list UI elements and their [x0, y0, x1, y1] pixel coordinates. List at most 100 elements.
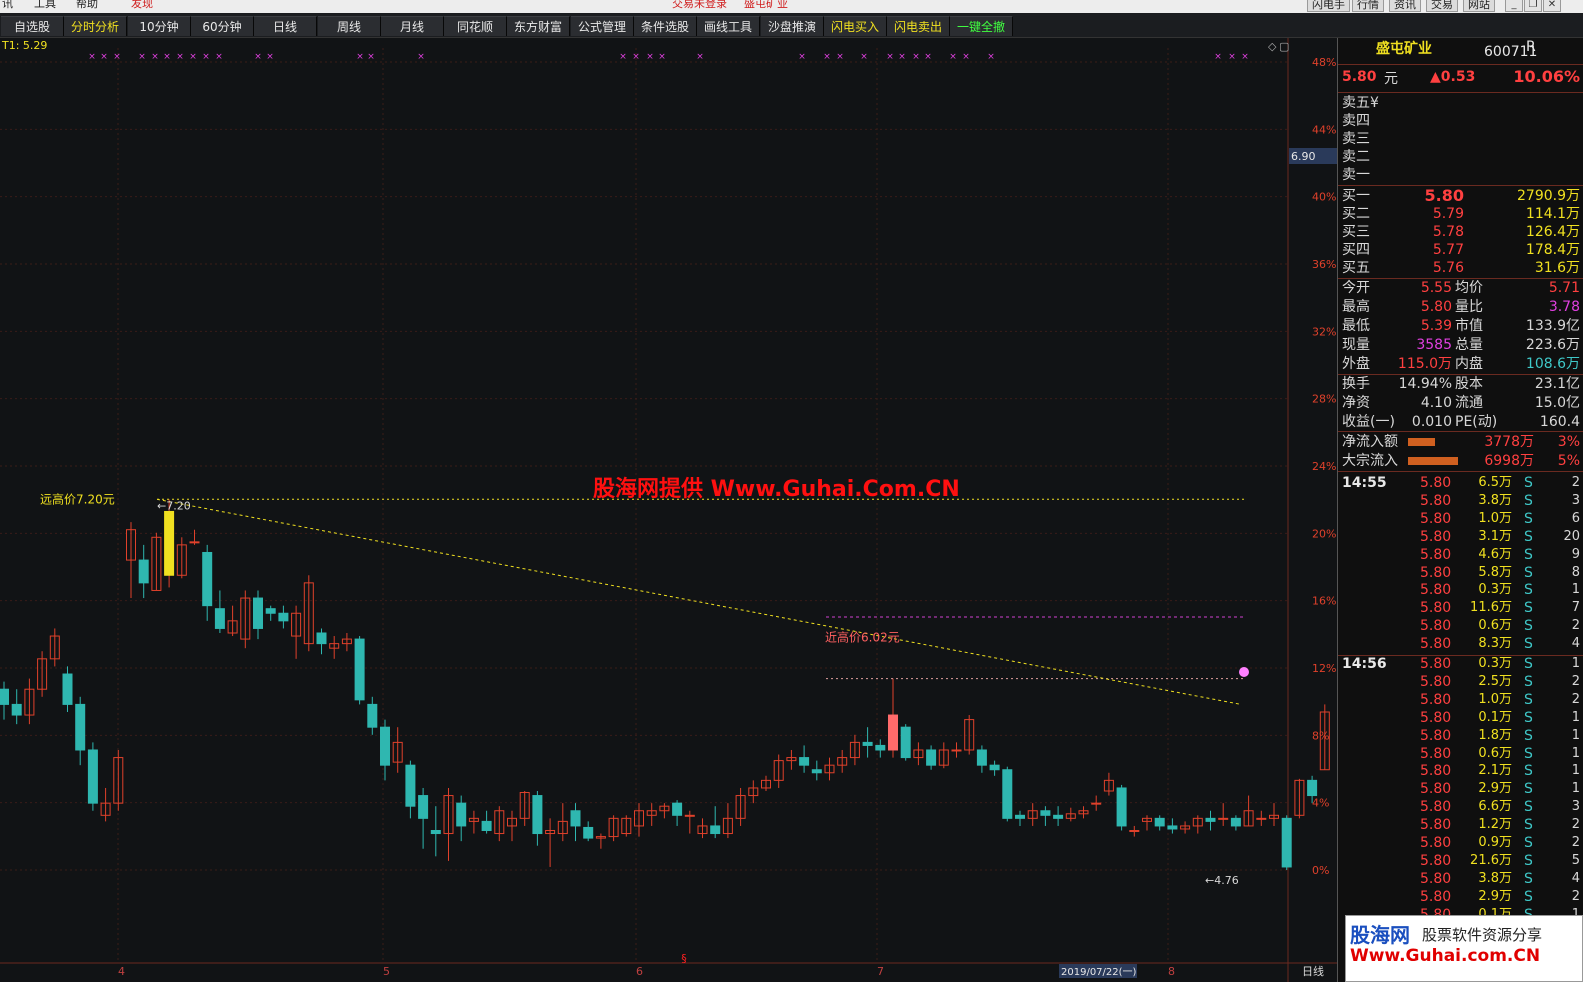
toolbar-tab-9[interactable]: 公式管理 [571, 16, 634, 36]
menu-item-discover[interactable]: 发现 [131, 0, 153, 11]
minimize-icon[interactable]: _ [1505, 0, 1523, 12]
candle-body[interactable] [799, 757, 810, 766]
menu-item-tools[interactable]: 工具 [34, 0, 56, 11]
toolbar-tab-15[interactable]: 一键全撤 [950, 16, 1013, 36]
candle-body[interactable] [583, 826, 594, 839]
candle-body[interactable] [481, 820, 492, 832]
candle-body[interactable] [316, 632, 327, 645]
toolbar-tab-0[interactable]: 自选股 [1, 16, 64, 36]
toolbar-tab-6[interactable]: 月线 [381, 16, 444, 36]
restore-icon[interactable]: ❐ [1524, 0, 1542, 12]
function-toolbar: 自选股 分时分析 10分钟 60分钟 日线 周线 月线 同花顺 东方财富 公式管理 条件选股 画线工具… [0, 13, 1583, 38]
toolbar-tab-4[interactable]: 日线 [254, 16, 317, 36]
candle-body[interactable] [202, 551, 213, 607]
candle-body[interactable] [214, 608, 225, 629]
watermark: 股海网提供 Www.Guhai.Com.CN [593, 476, 960, 502]
candle-body[interactable] [11, 703, 22, 716]
bid-label: 买四 [1342, 242, 1370, 258]
toolbar-tab-7[interactable]: 同花顺 [444, 16, 507, 36]
website-button[interactable]: 网站 [1463, 0, 1495, 12]
news-button[interactable]: 资讯 [1389, 0, 1421, 12]
candle-body[interactable] [1002, 769, 1013, 819]
stat-label: 换手 [1342, 376, 1370, 392]
candle-body[interactable] [1116, 787, 1127, 827]
candle-body[interactable] [862, 741, 873, 746]
flow-percent: 5% [1557, 453, 1580, 469]
candle-body[interactable] [405, 764, 416, 807]
candle-body[interactable] [811, 769, 822, 774]
candle-body[interactable] [1129, 830, 1140, 832]
candle-body[interactable] [926, 749, 937, 766]
candle-body[interactable] [684, 814, 695, 817]
trade-button[interactable]: 交易 [1426, 0, 1458, 12]
toolbar-tab-12[interactable]: 沙盘推演 [761, 16, 824, 36]
toolbar-tab-14[interactable]: 闪电卖出 [887, 16, 950, 36]
candle-body[interactable] [1256, 817, 1267, 820]
candle-body[interactable] [1281, 817, 1292, 868]
candle-body[interactable] [672, 802, 683, 816]
candle-body[interactable] [1040, 810, 1051, 816]
ad-banner[interactable]: 股海网 股票软件资源分享 Www.Guhai.com.CN [1345, 915, 1583, 982]
candle-body[interactable] [0, 688, 9, 705]
candle-body[interactable] [75, 703, 86, 751]
candle-body[interactable] [418, 795, 429, 819]
candle-body[interactable] [253, 597, 263, 629]
candle-body[interactable] [62, 673, 73, 705]
candle-body[interactable] [570, 810, 581, 827]
candle-body[interactable] [976, 749, 987, 766]
candle-body[interactable] [1091, 802, 1102, 805]
toolbar-tab-8[interactable]: 东方财富 [507, 16, 570, 36]
price-unit: 元 [1384, 71, 1398, 87]
toolbar-tab-2[interactable]: 10分钟 [128, 16, 191, 36]
toolbar-tab-10[interactable]: 条件选股 [634, 16, 697, 36]
candle-body[interactable] [875, 744, 886, 751]
candle-body[interactable] [87, 749, 98, 804]
tick-price: 5.80 [1420, 492, 1452, 509]
close-icon[interactable]: ✕ [1543, 0, 1561, 12]
candle-body[interactable] [138, 559, 149, 584]
candle-body[interactable] [164, 510, 175, 576]
candle-body[interactable] [265, 608, 276, 614]
candle-body[interactable] [1015, 814, 1025, 819]
candle-body[interactable] [1230, 817, 1241, 827]
tick-row: 5.80 1.0万 S 2 [1338, 691, 1583, 709]
candle-body[interactable] [710, 825, 721, 835]
tick-count: 2 [1571, 475, 1580, 490]
candle-body[interactable] [532, 795, 543, 835]
candle-body[interactable] [888, 714, 898, 751]
candle-body[interactable] [1053, 814, 1064, 819]
market-button[interactable]: 行情 [1352, 0, 1384, 12]
candle-body[interactable] [1218, 817, 1229, 820]
candle-body[interactable] [900, 726, 911, 759]
tick-volume: 4.6万 [1478, 546, 1512, 562]
signal-marker: × [100, 52, 108, 62]
kline-chart[interactable]: 48%44%40%36%32%28%24%20%16%12%8%4%0%4 5 6 7… [0, 38, 1337, 982]
tick-count: 1 [1571, 727, 1580, 743]
toolbar-tab-3[interactable]: 60分钟 [191, 16, 254, 36]
candle-body[interactable] [456, 802, 467, 827]
menu-item-help[interactable]: 帮助 [76, 0, 98, 11]
flash-trader-button[interactable]: 闪电手 [1307, 0, 1350, 12]
signal-marker: × [151, 52, 159, 62]
tick-side: S [1524, 745, 1533, 762]
candle-body[interactable] [380, 726, 390, 766]
toolbar-tab-13[interactable]: 闪电买入 [824, 16, 887, 36]
candle-body[interactable] [951, 749, 962, 752]
divider [1338, 92, 1583, 93]
candle-body[interactable] [430, 830, 441, 835]
candle-body[interactable] [1205, 817, 1216, 822]
candle-body[interactable] [1307, 779, 1318, 797]
candle-body[interactable] [1154, 817, 1165, 827]
candle-body[interactable] [354, 638, 365, 701]
candle-body[interactable] [278, 612, 289, 622]
trend-line[interactable] [156, 498, 1242, 705]
price-tag: 6.90 [1291, 150, 1316, 163]
candle-body[interactable] [989, 764, 1000, 771]
candle-body[interactable] [367, 703, 378, 728]
candle-body[interactable] [189, 541, 200, 544]
candle-body[interactable] [1167, 825, 1178, 830]
menu-item-news[interactable]: 讯 [2, 0, 13, 11]
toolbar-tab-5[interactable]: 周线 [318, 16, 381, 36]
toolbar-tab-1[interactable]: 分时分析 [64, 16, 127, 36]
toolbar-tab-11[interactable]: 画线工具 [697, 16, 760, 36]
